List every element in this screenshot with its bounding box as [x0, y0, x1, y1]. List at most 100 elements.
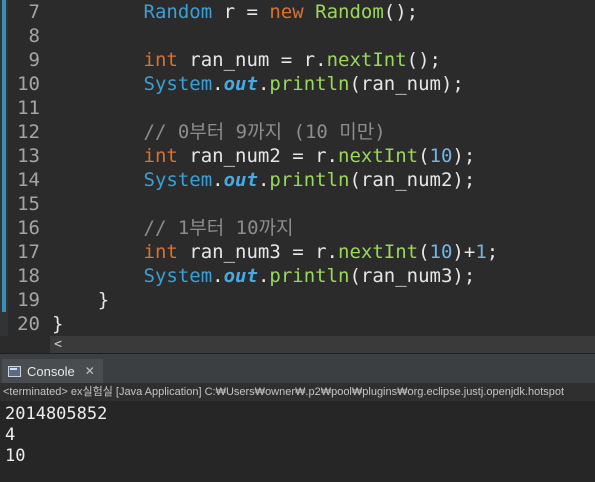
code-token: ();: [383, 1, 419, 23]
line-number: 10: [17, 73, 40, 95]
line-number: 9: [28, 49, 40, 71]
code-token: nextInt: [326, 49, 407, 71]
line-number: 14: [17, 169, 40, 191]
code-line: 10 System.out.println(ran_num);: [0, 72, 595, 96]
code-token: }: [52, 289, 110, 311]
code-token: (ran_num);: [349, 73, 464, 95]
code-token: r =: [212, 1, 270, 23]
code-token: (: [418, 241, 430, 263]
horizontal-scrollbar[interactable]: <: [50, 336, 595, 353]
code-token: 10: [429, 145, 453, 167]
code-token: .: [212, 265, 224, 287]
code-text: }: [52, 312, 63, 336]
code-text: int ran_num3 = r.nextInt(10)+1;: [52, 240, 499, 264]
code-line: 15: [0, 192, 595, 216]
code-text: System.out.println(ran_num3);: [52, 264, 476, 288]
code-text: System.out.println(ran_num);: [52, 72, 464, 96]
code-token: (: [418, 145, 430, 167]
code-text: int ran_num = r.nextInt();: [52, 48, 441, 72]
line-number: 11: [17, 97, 40, 119]
code-token: 1: [475, 241, 487, 263]
line-number: 15: [17, 193, 40, 215]
code-token: int: [143, 49, 178, 71]
code-token: .: [257, 73, 270, 95]
code-line: 7 Random r = new Random();: [0, 0, 595, 24]
line-number: 20: [17, 313, 40, 335]
code-line: 18 System.out.println(ran_num3);: [0, 264, 595, 288]
code-line: 11: [0, 96, 595, 120]
code-token: Random: [143, 1, 213, 23]
line-number: 13: [17, 145, 40, 167]
code-line: 20}: [0, 312, 595, 336]
console-icon: [8, 365, 21, 377]
code-token: System: [143, 73, 213, 95]
scroll-left-icon[interactable]: <: [50, 336, 66, 353]
code-token: ();: [406, 49, 441, 71]
console-output-line: 4: [5, 425, 16, 445]
code-token: 10: [429, 241, 453, 263]
code-text: System.out.println(ran_num2);: [52, 168, 476, 192]
code-token: new: [269, 1, 304, 23]
code-token: Random: [315, 1, 384, 23]
code-line: 8: [0, 24, 595, 48]
code-line: 17 int ran_num3 = r.nextInt(10)+1;: [0, 240, 595, 264]
code-token: println: [269, 169, 350, 191]
code-text: }: [52, 288, 109, 312]
line-number: 12: [17, 121, 40, 143]
code-token: System: [143, 265, 213, 287]
code-editor[interactable]: 7 Random r = new Random(); 8 9 int ran_num…: [0, 0, 595, 336]
code-token: int: [143, 241, 178, 263]
code-token: ran_num = r.: [177, 49, 327, 71]
code-token: );: [452, 145, 476, 167]
code-token: out: [223, 169, 258, 191]
console-output-line: 10: [5, 446, 26, 466]
line-number: 7: [28, 1, 40, 23]
code-token: ;: [486, 241, 499, 263]
code-text: // 0부터 9까지 (10 미만): [52, 120, 386, 144]
line-number: 17: [17, 241, 40, 263]
code-token: nextInt: [338, 241, 419, 263]
code-token: println: [269, 73, 350, 95]
code-token: int: [143, 145, 178, 167]
code-token: ran_num2 = r.: [177, 145, 338, 167]
console-tab-bar: Console ✕: [0, 353, 595, 385]
code-text: // 1부터 10까지: [52, 216, 294, 240]
code-line: 19 }: [0, 288, 595, 312]
line-number: 16: [17, 217, 40, 239]
line-number: 18: [17, 265, 40, 287]
code-token: .: [257, 169, 270, 191]
code-token: out: [223, 73, 258, 95]
code-token: System: [143, 169, 213, 191]
code-line: 12 // 0부터 9까지 (10 미만): [0, 120, 595, 144]
code-token: nextInt: [338, 145, 419, 167]
line-number: 8: [28, 25, 40, 47]
console-status: <terminated> ex실험실 [Java Application] C:…: [0, 383, 595, 401]
code-line: 16 // 1부터 10까지: [0, 216, 595, 240]
code-token: // 1부터 10까지: [143, 217, 294, 239]
editor-gutter-footer: [0, 336, 50, 353]
code-token: )+: [452, 241, 476, 263]
line-number: 19: [17, 289, 40, 311]
code-token: ran_num3 = r.: [177, 241, 338, 263]
tab-console-label: Console: [27, 363, 75, 379]
code-token: (ran_num3);: [349, 265, 476, 287]
code-token: .: [257, 265, 270, 287]
console-output-line: 2014805852: [5, 404, 108, 424]
code-token: }: [52, 313, 64, 335]
code-token: (ran_num2);: [349, 169, 476, 191]
close-icon[interactable]: ✕: [85, 364, 95, 378]
tab-console[interactable]: Console ✕: [2, 359, 103, 385]
console-output[interactable]: 2014805852 4 10: [0, 401, 595, 482]
code-line: 9 int ran_num = r.nextInt();: [0, 48, 595, 72]
code-token: // 0부터 9까지 (10 미만): [143, 121, 386, 143]
code-line: 14 System.out.println(ran_num2);: [0, 168, 595, 192]
